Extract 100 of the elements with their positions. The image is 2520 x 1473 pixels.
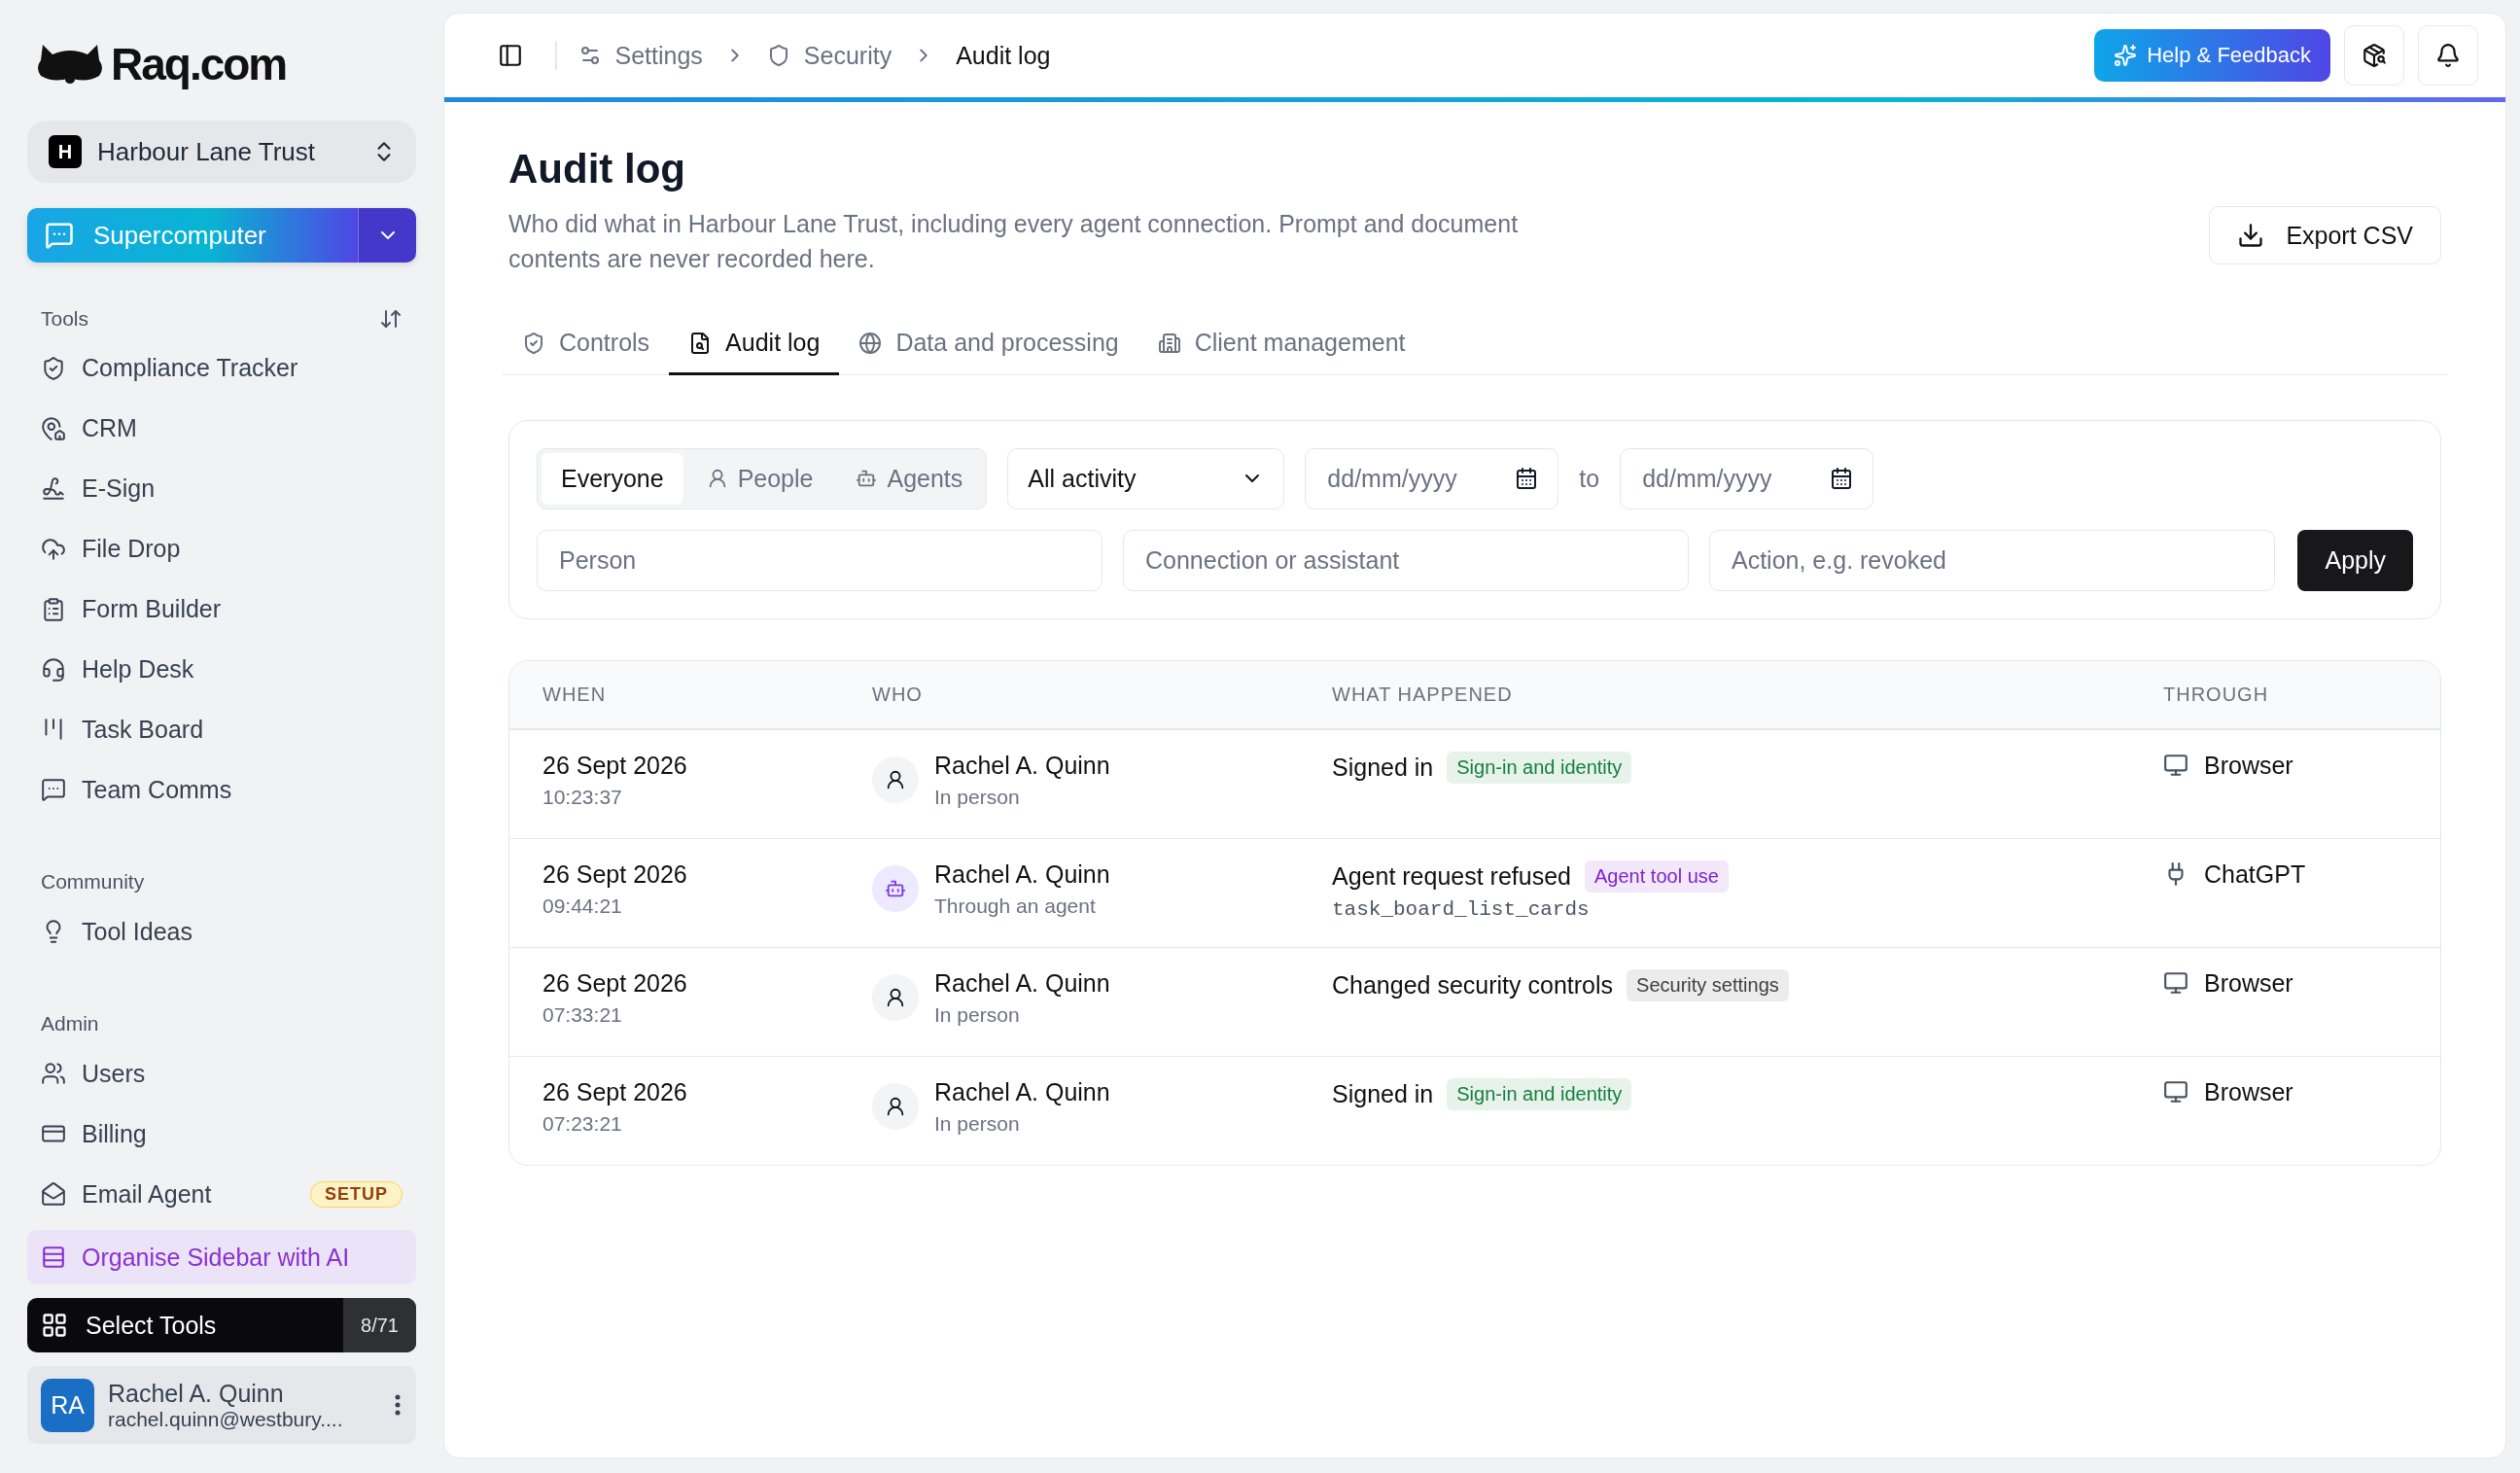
tab[interactable]: Audit log xyxy=(669,313,840,375)
list-icon xyxy=(41,1245,66,1270)
monitor-icon xyxy=(2163,970,2188,996)
actor-via: In person xyxy=(934,1111,1021,1136)
category-tag: Sign-in and identity xyxy=(1447,751,1632,784)
robot-icon xyxy=(856,468,878,489)
actor-via: In person xyxy=(934,785,1021,809)
date-to-input[interactable]: dd/mm/yyyy xyxy=(1640,463,1821,494)
column-header: WHO xyxy=(872,683,924,706)
export-csv-button[interactable]: Export CSV xyxy=(2209,206,2441,264)
segment-button[interactable]: People xyxy=(686,452,833,505)
person-field[interactable]: Person xyxy=(537,529,1102,591)
agent-avatar xyxy=(872,865,919,912)
sidebar-item[interactable]: Tool Ideas xyxy=(27,901,416,963)
date-to-field[interactable]: dd/mm/yyyy xyxy=(1620,447,1874,509)
actor-name: Rachel A. Quinn xyxy=(934,968,1110,998)
sidebar-item[interactable]: E-Sign xyxy=(27,458,416,519)
clipboard-icon xyxy=(41,596,66,622)
calendar-icon xyxy=(1830,467,1854,490)
sidebar-item[interactable]: Email Agent SETUP xyxy=(27,1164,416,1224)
action-input[interactable]: Action, e.g. revoked xyxy=(1730,544,2255,576)
segment-button[interactable]: Agents xyxy=(836,452,983,505)
breadcrumb-link[interactable]: Settings xyxy=(614,41,703,70)
sidebar-item[interactable]: Form Builder xyxy=(27,579,416,640)
users-icon xyxy=(41,1061,66,1087)
notifications-button[interactable] xyxy=(2418,25,2478,86)
actor-name: Rachel A. Quinn xyxy=(934,1077,1110,1106)
breadcrumb-link[interactable]: Security xyxy=(803,41,892,70)
breadcrumb-link[interactable]: Audit log xyxy=(956,41,1051,70)
sidebar-item[interactable]: CRM xyxy=(27,398,416,459)
channel-label: Browser xyxy=(2204,751,2293,780)
actor-via: Through an agent xyxy=(934,894,1097,918)
setup-badge: SETUP xyxy=(310,1180,402,1208)
event-time: 09:44:21 xyxy=(542,894,623,918)
tab[interactable]: Data and processing xyxy=(839,313,1138,375)
sidebar-item[interactable]: File Drop xyxy=(27,518,416,579)
event-time: 07:33:21 xyxy=(542,1002,623,1027)
organise-sidebar-button[interactable]: Organise Sidebar with AI xyxy=(27,1230,416,1284)
person-input[interactable]: Person xyxy=(557,544,1082,576)
section-title: Admin xyxy=(41,1012,99,1036)
action-field[interactable]: Action, e.g. revoked xyxy=(1709,529,2275,591)
headset-icon xyxy=(41,656,66,683)
dropdown-button[interactable] xyxy=(358,208,416,263)
sidebar-item[interactable]: Compliance Tracker xyxy=(27,338,416,399)
brand-name: Raq.com xyxy=(111,38,287,90)
package-search-icon xyxy=(2362,43,2387,68)
sidebar-item[interactable]: Team Comms xyxy=(27,759,416,821)
shield-check-icon xyxy=(522,331,545,355)
person-avatar xyxy=(872,756,919,803)
workspace-initial: H xyxy=(49,135,82,168)
column-header: THROUGH xyxy=(2163,683,2270,706)
user-avatar: RA xyxy=(41,1378,94,1432)
select-tools-button[interactable]: Select Tools xyxy=(27,1298,343,1352)
page-description: Who did what in Harbour Lane Trust, including every agent connection. Prompt and document contents are never recorded here. xyxy=(508,209,1520,274)
building-icon xyxy=(1157,331,1181,355)
event-time: 07:23:21 xyxy=(542,1111,623,1136)
help-feedback-button[interactable]: Help & Feedback xyxy=(2094,29,2330,82)
tab[interactable]: Controls xyxy=(503,313,670,375)
event-time: 10:23:37 xyxy=(542,785,623,809)
calendar-icon xyxy=(1515,467,1539,490)
event-description: Signed in xyxy=(1332,753,1434,782)
sort-icon[interactable] xyxy=(379,307,402,331)
sidebar-item[interactable]: Billing xyxy=(27,1104,416,1165)
date-from-field[interactable]: dd/mm/yyyy xyxy=(1305,447,1559,509)
workspace-switcher[interactable]: H Harbour Lane Trust xyxy=(27,121,416,183)
event-date: 26 Sept 2026 xyxy=(542,751,688,780)
channel-label: ChatGPT xyxy=(2204,859,2306,889)
column-header: WHEN xyxy=(542,683,608,706)
activity-select[interactable]: All activity xyxy=(1007,447,1285,509)
event-description: Changed security controls xyxy=(1332,970,1614,1000)
sparkles-icon xyxy=(2114,44,2138,67)
person-avatar xyxy=(872,974,919,1021)
event-description: Agent request refused xyxy=(1332,861,1571,891)
cloud-upload-icon xyxy=(41,536,66,562)
category-tag: Agent tool use xyxy=(1585,859,1729,893)
date-from-input[interactable]: dd/mm/yyyy xyxy=(1325,463,1506,494)
user-email: rachel.quinn@westbury.... xyxy=(108,1407,343,1431)
sidebar-item[interactable]: Users xyxy=(27,1043,416,1105)
package-search-button[interactable] xyxy=(2344,25,2404,86)
panel-icon xyxy=(498,43,523,68)
connection-field[interactable]: Connection or assistant xyxy=(1123,529,1689,591)
section-title: Community xyxy=(41,870,145,894)
connection-input[interactable]: Connection or assistant xyxy=(1143,544,1668,576)
envelope-icon xyxy=(41,1181,66,1208)
tab[interactable]: Client management xyxy=(1138,313,1425,375)
sidebar-item[interactable]: Help Desk xyxy=(27,639,416,700)
actor-via: In person xyxy=(934,1002,1021,1027)
event-description: Signed in xyxy=(1332,1079,1434,1108)
signature-icon xyxy=(41,475,66,502)
person-avatar xyxy=(872,1083,919,1130)
chat-bubble-icon xyxy=(41,777,66,803)
date-separator: to xyxy=(1579,464,1600,493)
section-title: Tools xyxy=(41,307,89,331)
apply-button[interactable]: Apply xyxy=(2297,529,2413,591)
user-name: Rachel A. Quinn xyxy=(108,1379,285,1408)
segment-button[interactable]: Everyone xyxy=(542,452,683,505)
sidebar-item[interactable]: Task Board xyxy=(27,699,416,760)
shield-check-icon xyxy=(41,355,66,381)
actor-name: Rachel A. Quinn xyxy=(934,859,1110,889)
kebab-icon xyxy=(395,1394,401,1416)
